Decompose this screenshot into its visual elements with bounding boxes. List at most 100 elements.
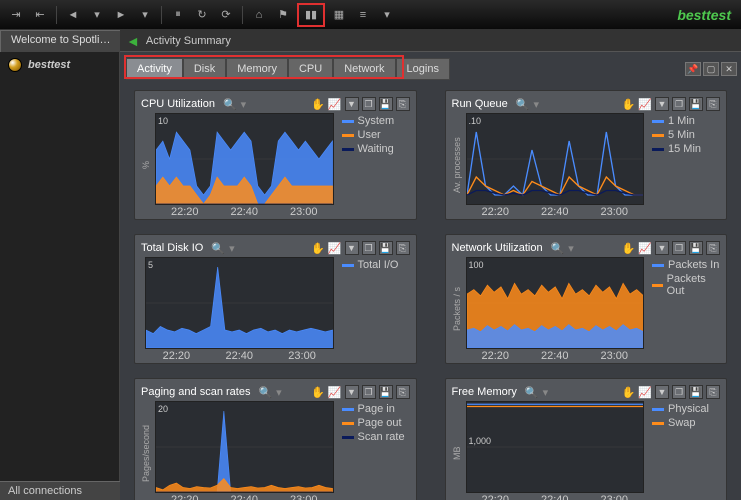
plot-area[interactable]: 100 [466, 257, 645, 349]
main-toolbar: ⇥ ⇤ ◄ ▾ ► ▾ ⏸ ↻ ⟳ ⌂ ⚑ ▮▮ ▦ ≡ ▾ [0, 0, 741, 30]
plot-area[interactable]: 5 [145, 257, 334, 349]
magnify-icon[interactable]: 🔍 [525, 386, 539, 399]
forward-icon[interactable]: ► [111, 5, 131, 25]
sparkline-icon[interactable]: 📈 [328, 98, 342, 111]
chart-title: CPU Utilization [141, 98, 215, 110]
hand-icon[interactable]: ✋ [311, 242, 325, 255]
chart-title: Paging and scan rates [141, 386, 250, 398]
y-axis-label: Av. processes [452, 113, 462, 217]
export-icon[interactable]: ⎘ [396, 385, 410, 399]
pause-icon[interactable]: ⏸ [168, 5, 188, 25]
hand-icon[interactable]: ✋ [311, 386, 325, 399]
export-icon[interactable]: ⎘ [396, 241, 410, 255]
copy-icon[interactable]: ❐ [672, 385, 686, 399]
connection-item[interactable]: besttest [0, 52, 119, 78]
hand-icon[interactable]: ✋ [622, 386, 636, 399]
plug-out-icon[interactable]: ⇤ [30, 5, 50, 25]
activity-bars-icon[interactable]: ▮▮ [301, 5, 321, 25]
tab-memory[interactable]: Memory [226, 58, 288, 80]
hand-icon[interactable]: ✋ [622, 242, 636, 255]
connection-label: besttest [28, 59, 70, 71]
filter-icon[interactable]: ▼ [345, 241, 359, 255]
grid-icon[interactable]: ▦ [329, 5, 349, 25]
export-icon[interactable]: ⎘ [706, 385, 720, 399]
save-icon[interactable]: 💾 [379, 241, 393, 255]
export-icon[interactable]: ⎘ [706, 241, 720, 255]
magnify-icon[interactable]: 🔍 [551, 242, 565, 255]
plot-area[interactable]: 1,000 [466, 401, 645, 493]
hand-icon[interactable]: ✋ [311, 98, 325, 111]
sidebar-footer[interactable]: All connections [0, 481, 120, 500]
save-icon[interactable]: 💾 [379, 97, 393, 111]
sparkline-icon[interactable]: 📈 [328, 242, 342, 255]
chart-title: Run Queue [452, 98, 508, 110]
save-icon[interactable]: 💾 [379, 385, 393, 399]
main-panel: ◄ Activity Summary 📌 ▢ ✕ Activity Disk M… [120, 30, 741, 500]
home-icon[interactable]: ⌂ [249, 5, 269, 25]
main-header: ◄ Activity Summary [120, 30, 741, 52]
dropdown-icon[interactable]: ▾ [87, 5, 107, 25]
filter-icon[interactable]: ▼ [655, 97, 669, 111]
x-axis: 22:2022:4023:00 [466, 493, 645, 500]
back-icon[interactable]: ◄ [63, 5, 83, 25]
copy-icon[interactable]: ❐ [362, 241, 376, 255]
magnify-icon[interactable]: 🔍 [211, 242, 225, 255]
database-icon[interactable]: ≡ [353, 5, 373, 25]
chart-card: CPU Utilization🔍▾✋📈▼❐💾⎘%1022:2022:4023:0… [134, 90, 417, 220]
chart-card: Free Memory🔍▾✋📈▼❐💾⎘MB1,00022:2022:4023:0… [445, 378, 728, 500]
chart-card: Network Utilization🔍▾✋📈▼❐💾⎘Packets / s10… [445, 234, 728, 364]
y-axis-label: MB [452, 401, 462, 500]
tab-disk[interactable]: Disk [183, 58, 226, 80]
save-icon[interactable]: 💾 [689, 97, 703, 111]
sparkline-icon[interactable]: 📈 [328, 386, 342, 399]
alerts-icon[interactable]: ⚑ [273, 5, 293, 25]
filter-icon[interactable]: ▼ [655, 241, 669, 255]
export-icon[interactable]: ⎘ [706, 97, 720, 111]
x-axis: 22:2022:4023:00 [155, 205, 334, 217]
connection-status-icon [8, 58, 22, 72]
tab-network[interactable]: Network [333, 58, 395, 80]
back-arrow-icon[interactable]: ◄ [126, 33, 140, 49]
tab-cpu[interactable]: CPU [288, 58, 333, 80]
magnify-icon[interactable]: 🔍 [516, 98, 530, 111]
copy-icon[interactable]: ❐ [672, 97, 686, 111]
filter-icon[interactable]: ▼ [345, 97, 359, 111]
refresh-all-icon[interactable]: ⟳ [216, 5, 236, 25]
copy-icon[interactable]: ❐ [672, 241, 686, 255]
copy-icon[interactable]: ❐ [362, 385, 376, 399]
magnify-icon[interactable]: 🔍 [258, 386, 272, 399]
filter-icon[interactable]: ▼ [655, 385, 669, 399]
x-axis: 22:2022:4023:00 [466, 349, 645, 361]
page-title: Activity Summary [146, 35, 231, 47]
hand-icon[interactable]: ✋ [622, 98, 636, 111]
sparkline-icon[interactable]: 📈 [638, 242, 652, 255]
save-icon[interactable]: 💾 [689, 241, 703, 255]
x-axis: 22:2022:4023:00 [145, 349, 334, 361]
legend: Packets InPackets Out [648, 257, 720, 361]
dropdown-icon[interactable]: ▾ [135, 5, 155, 25]
plug-in-icon[interactable]: ⇥ [6, 5, 26, 25]
x-axis: 22:2022:4023:00 [155, 493, 334, 500]
refresh-icon[interactable]: ↻ [192, 5, 212, 25]
sparkline-icon[interactable]: 📈 [638, 386, 652, 399]
sparkline-icon[interactable]: 📈 [638, 98, 652, 111]
tab-welcome[interactable]: Welcome to Spotli… [0, 30, 121, 52]
legend: Page inPage outScan rate [338, 401, 410, 500]
y-axis-label: Packets / s [452, 257, 462, 361]
magnify-icon[interactable]: 🔍 [223, 98, 237, 111]
charts-grid: CPU Utilization🔍▾✋📈▼❐💾⎘%1022:2022:4023:0… [120, 80, 741, 500]
plot-area[interactable]: .10 [466, 113, 645, 205]
save-icon[interactable]: 💾 [689, 385, 703, 399]
export-icon[interactable]: ⎘ [396, 97, 410, 111]
tab-activity[interactable]: Activity [126, 58, 183, 80]
copy-icon[interactable]: ❐ [362, 97, 376, 111]
filter-icon[interactable]: ▼ [345, 385, 359, 399]
highlighted-toolbar-button: ▮▮ [297, 3, 325, 27]
plot-area[interactable]: 20 [155, 401, 334, 493]
y-axis-label: % [141, 113, 151, 217]
chart-title: Total Disk IO [141, 242, 203, 254]
chart-title: Network Utilization [452, 242, 543, 254]
tab-logins[interactable]: Logins [396, 58, 450, 80]
dropdown-icon[interactable]: ▾ [377, 5, 397, 25]
plot-area[interactable]: 10 [155, 113, 334, 205]
